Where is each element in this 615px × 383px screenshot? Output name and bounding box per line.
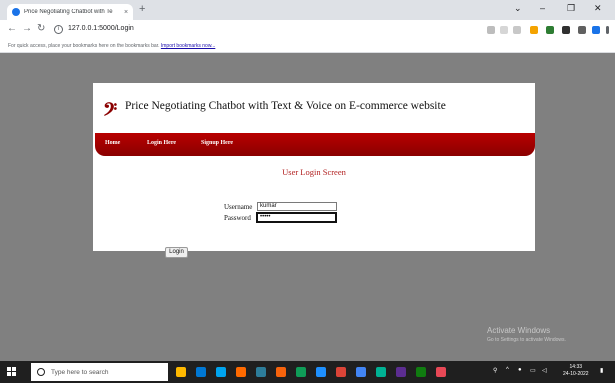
microphone-icon[interactable] — [176, 367, 186, 377]
chrome-icon[interactable] — [356, 367, 366, 377]
store-icon[interactable] — [216, 367, 226, 377]
taskbar-search-placeholder: Type here to search — [51, 368, 109, 376]
password-field[interactable]: ••••• — [256, 212, 337, 223]
reload-icon[interactable]: ↻ — [37, 23, 45, 34]
person-icon[interactable]: ⚲ — [493, 367, 497, 374]
network-icon[interactable]: ▭ — [530, 367, 536, 374]
windows-start-icon[interactable] — [7, 367, 17, 377]
app-icon-2[interactable] — [316, 367, 326, 377]
clock-time: 14:33 — [569, 364, 583, 370]
watermark-subtitle: Go to Settings to activate Windows. — [487, 337, 566, 343]
search-icon — [37, 368, 45, 376]
profile-icon[interactable] — [592, 26, 600, 34]
menu-icon[interactable] — [606, 26, 609, 34]
site-title: Price Negotiating Chatbot with Text & Vo… — [125, 100, 446, 112]
app-icon-3[interactable] — [336, 367, 346, 377]
password-label: Password — [224, 214, 251, 222]
site-info-icon[interactable]: i — [54, 25, 63, 34]
forward-icon[interactable]: → — [22, 23, 32, 34]
nav-home[interactable]: Home — [105, 140, 120, 146]
app-icon-6[interactable] — [416, 367, 426, 377]
key-icon[interactable] — [487, 26, 495, 34]
clock-date: 24-10-2022 — [563, 371, 589, 377]
minimize-button[interactable]: – — [540, 3, 545, 13]
login-button[interactable]: Login — [165, 247, 188, 258]
username-label: Username — [224, 203, 253, 211]
import-bookmarks-link[interactable]: Import bookmarks now... — [161, 43, 215, 49]
logo-icon: 𝄢 — [103, 99, 118, 124]
notification-icon[interactable]: ▮ — [600, 367, 603, 374]
page-viewport: 𝄢 Price Negotiating Chatbot with Text & … — [0, 53, 615, 361]
extension-icon[interactable] — [530, 26, 538, 34]
new-tab-button[interactable]: + — [139, 3, 145, 15]
nav-login[interactable]: Login Here — [147, 140, 176, 146]
puzzle-icon[interactable] — [562, 26, 570, 34]
browser-tab[interactable]: Price Negotiating Chatbot with Te × — [7, 4, 133, 20]
tray-chevron-icon[interactable]: ^ — [506, 367, 509, 373]
sidebar-icon[interactable] — [578, 26, 586, 34]
username-field[interactable]: kumar — [257, 202, 337, 211]
taskbar-clock[interactable]: 14:33 24-10-2022 — [563, 364, 589, 378]
browser-tab-bar: Price Negotiating Chatbot with Te × + ⌄ … — [0, 0, 615, 20]
browser-toolbar: ← → ↻ i 127.0.0.1:5000/Login — [0, 20, 615, 40]
tray-app-icon[interactable]: ● — [518, 367, 522, 373]
watermark-title: Activate Windows — [487, 326, 551, 335]
back-icon[interactable]: ← — [7, 23, 17, 34]
nav-signup[interactable]: Signup Here — [201, 140, 233, 146]
app-icon-4[interactable] — [376, 367, 386, 377]
tab-close-icon[interactable]: × — [124, 9, 128, 16]
app-icon-7[interactable] — [436, 367, 446, 377]
explorer-icon[interactable] — [256, 367, 266, 377]
site-header: 𝄢 Price Negotiating Chatbot with Text & … — [93, 91, 535, 124]
activate-windows-watermark: Activate Windows Go to Settings to activ… — [487, 326, 566, 343]
address-bar[interactable]: 127.0.0.1:5000/Login — [68, 25, 134, 32]
edge-icon[interactable] — [236, 367, 246, 377]
favicon-icon — [12, 8, 20, 16]
tab-search-icon[interactable]: ⌄ — [514, 3, 522, 14]
screen-title: User Login Screen — [282, 167, 346, 177]
main-card: 𝄢 Price Negotiating Chatbot with Text & … — [93, 83, 535, 251]
main-nav: Home Login Here Signup Here — [95, 133, 535, 156]
close-window-button[interactable]: ✕ — [594, 3, 602, 14]
maximize-button[interactable]: ❐ — [567, 3, 575, 14]
tab-title: Price Negotiating Chatbot with Te — [24, 9, 113, 15]
app-icon-5[interactable] — [396, 367, 406, 377]
bookmark-star-icon[interactable] — [513, 26, 521, 34]
share-icon[interactable] — [500, 26, 508, 34]
shield-extension-icon[interactable] — [546, 26, 554, 34]
bookmarks-bar: For quick access, place your bookmarks h… — [0, 40, 615, 53]
task-view-icon[interactable] — [196, 367, 206, 377]
app-icon-1[interactable] — [296, 367, 306, 377]
volume-icon[interactable]: ◁ — [542, 367, 547, 374]
office-icon[interactable] — [276, 367, 286, 377]
bookmarks-hint: For quick access, place your bookmarks h… — [8, 43, 160, 49]
taskbar-search[interactable]: Type here to search — [31, 363, 168, 381]
taskbar: Type here to search ⚲ ^ ● ▭ ◁ 14:33 24-1… — [0, 361, 615, 383]
